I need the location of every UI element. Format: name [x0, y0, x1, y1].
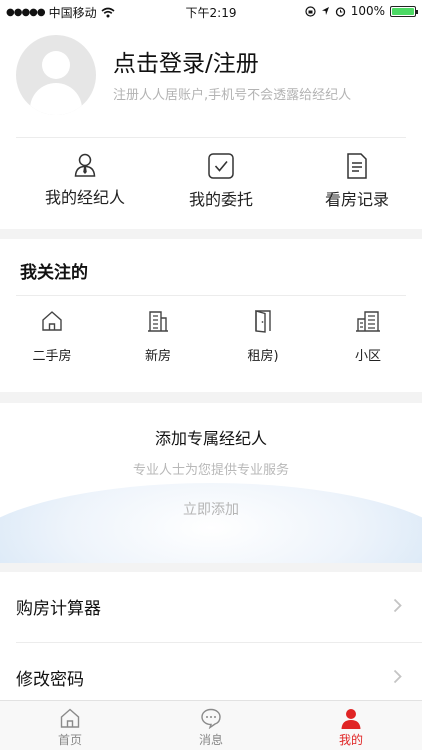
add-agent-card: 添加专属经纪人 专业人士为您提供专业服务 立即添加	[0, 403, 422, 563]
battery-percent: 100%	[350, 4, 385, 18]
door-icon	[255, 310, 271, 333]
tab-messages[interactable]: 消息	[171, 707, 251, 748]
orientation-lock-icon	[305, 5, 316, 17]
avatar[interactable]	[16, 35, 96, 115]
tab-mine[interactable]: 我的	[311, 707, 391, 748]
document-list-icon	[347, 153, 367, 179]
tab-home[interactable]: 首页	[30, 707, 110, 748]
tab-label: 消息	[198, 733, 223, 747]
follow-item-label: 二手房	[32, 349, 72, 364]
agent-person-icon	[74, 153, 96, 177]
follow-section: 我关注的 二手房 新房 租房) 小区	[0, 239, 422, 392]
follow-item-community[interactable]: 小区	[328, 309, 408, 364]
tab-bar: 首页 消息 我的	[0, 700, 422, 750]
building-icon	[148, 311, 168, 332]
message-icon	[201, 708, 221, 729]
follow-item-label: 小区	[354, 349, 381, 364]
follow-item-new-house[interactable]: 新房	[118, 309, 198, 364]
menu-item-label: 购房计算器	[16, 599, 101, 619]
battery-icon	[390, 5, 418, 17]
login-title[interactable]: 点击登录/注册	[113, 44, 259, 78]
menu-item-change-password[interactable]: 修改密码	[0, 643, 422, 707]
user-icon	[341, 709, 361, 729]
follow-item-second-hand[interactable]: 二手房	[12, 309, 92, 364]
profile-section: 点击登录/注册 注册人人居账户,手机号不会透露给经纪人 我的经纪人 我的委托 看…	[0, 22, 422, 229]
follow-item-label: 新房	[144, 349, 171, 364]
menu-item-mortgage-calculator[interactable]: 购房计算器	[0, 572, 422, 636]
quick-action-my-agent[interactable]: 我的经纪人	[15, 152, 155, 208]
house-icon	[42, 311, 62, 331]
alarm-icon	[335, 6, 345, 17]
login-subtitle: 注册人人居账户,手机号不会透露给经纪人	[113, 88, 352, 103]
decorative-wave	[0, 483, 422, 563]
divider	[16, 137, 406, 138]
quick-action-my-entrust[interactable]: 我的委托	[151, 152, 291, 210]
status-right: 100%	[305, 4, 418, 18]
follow-item-rent[interactable]: 租房)	[223, 309, 303, 364]
quick-action-label: 我的经纪人	[44, 188, 125, 207]
chevron-right-icon	[393, 669, 402, 684]
tab-label: 我的	[338, 733, 363, 747]
community-icon	[356, 311, 380, 332]
quick-action-label: 我的委托	[188, 190, 253, 209]
status-bar: ●●●●● 中国移动 下午2:19 100%	[0, 0, 422, 22]
checkbox-check-icon	[208, 153, 234, 179]
divider	[16, 295, 406, 296]
menu-item-label: 修改密码	[16, 670, 84, 690]
settings-menu: 购房计算器 修改密码	[0, 572, 422, 700]
quick-action-label: 看房记录	[324, 190, 389, 209]
follow-title: 我关注的	[20, 263, 88, 283]
add-agent-button[interactable]: 立即添加	[0, 499, 422, 519]
follow-item-label: 租房)	[247, 349, 279, 364]
quick-action-viewing-record[interactable]: 看房记录	[287, 152, 422, 210]
add-agent-title: 添加专属经纪人	[154, 429, 267, 448]
add-agent-subtitle: 专业人士为您提供专业服务	[132, 463, 289, 478]
location-icon	[321, 7, 329, 15]
chevron-right-icon	[393, 598, 402, 613]
tab-label: 首页	[57, 733, 82, 747]
home-icon	[60, 708, 80, 728]
